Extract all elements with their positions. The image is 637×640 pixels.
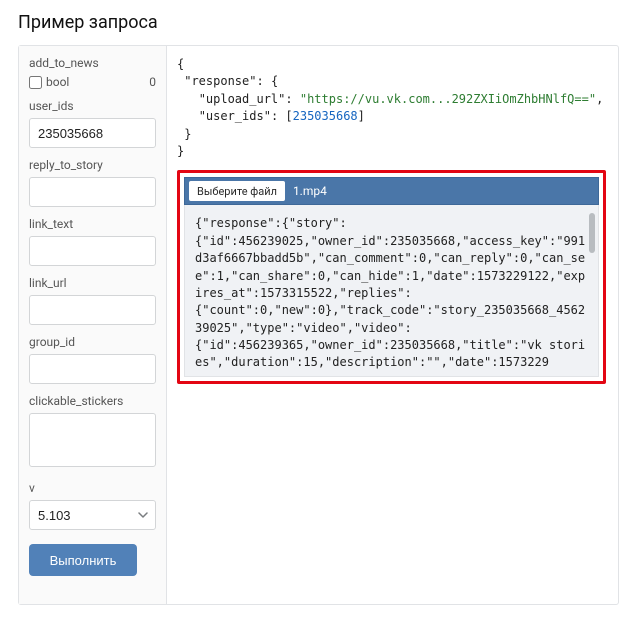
page-title: Пример запроса (18, 12, 619, 33)
result-highlight-box: Выберите файл 1.mp4 {"response":{"story"… (177, 170, 606, 384)
response-top-json: { "response": { "upload_url": "https://v… (177, 56, 606, 160)
checkbox-add-to-news[interactable] (29, 76, 42, 89)
label-user-ids: user_ids (29, 99, 156, 113)
param-add-to-news: add_to_news bool 0 (29, 56, 156, 89)
upload-bar: Выберите файл 1.mp4 (184, 177, 599, 205)
param-reply-to-story: reply_to_story (29, 158, 156, 207)
label-add-to-news: add_to_news (29, 56, 156, 70)
label-group-id: group_id (29, 335, 156, 349)
params-sidebar: add_to_news bool 0 user_ids reply_to_sto… (19, 46, 167, 604)
response-area: { "response": { "upload_url": "https://v… (167, 46, 618, 604)
param-link-url: link_url (29, 276, 156, 325)
user-ids-value: 235035668 (293, 109, 358, 123)
upload-filename: 1.mp4 (293, 184, 327, 198)
textarea-clickable-stickers[interactable] (29, 413, 156, 467)
input-group-id[interactable] (29, 354, 156, 384)
param-v: v (29, 481, 156, 530)
param-user-ids: user_ids (29, 99, 156, 148)
upload-url-value: https://vu.vk.com...292ZXIiOmZhbHNlfQ== (307, 92, 589, 106)
choose-file-button[interactable]: Выберите файл (189, 181, 285, 201)
param-link-text: link_text (29, 217, 156, 266)
label-link-text: link_text (29, 217, 156, 231)
scrollbar-thumb[interactable] (589, 213, 595, 253)
label-v: v (29, 481, 156, 495)
response-body-text: {"response":{"story": {"id":456239025,"o… (195, 215, 588, 372)
label-reply-to-story: reply_to_story (29, 158, 156, 172)
input-reply-to-story[interactable] (29, 177, 156, 207)
response-body[interactable]: {"response":{"story": {"id":456239025,"o… (184, 205, 599, 377)
bool-label: bool (46, 75, 69, 89)
input-link-url[interactable] (29, 295, 156, 325)
request-panel: add_to_news bool 0 user_ids reply_to_sto… (18, 45, 619, 605)
run-button[interactable]: Выполнить (29, 544, 137, 576)
input-link-text[interactable] (29, 236, 156, 266)
input-user-ids[interactable] (29, 118, 156, 148)
label-link-url: link_url (29, 276, 156, 290)
label-clickable-stickers: clickable_stickers (29, 394, 156, 408)
add-to-news-value: 0 (149, 75, 156, 89)
select-v[interactable] (29, 500, 156, 530)
param-group-id: group_id (29, 335, 156, 384)
param-clickable-stickers: clickable_stickers (29, 394, 156, 471)
